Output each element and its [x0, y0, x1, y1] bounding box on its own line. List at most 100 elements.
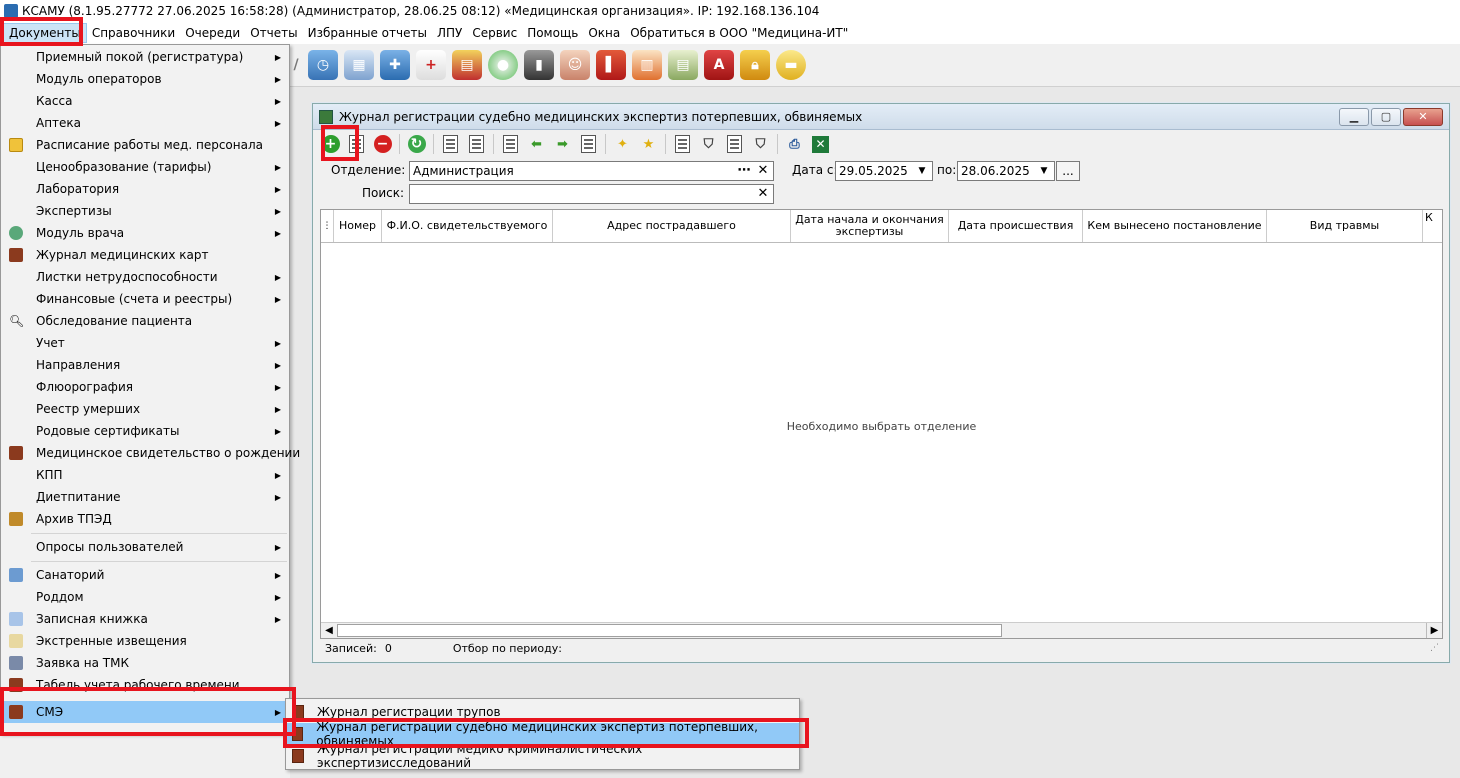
submenu-arrow-icon: ▶ — [274, 272, 281, 282]
menu-reports[interactable]: Отчеты — [245, 23, 302, 43]
menu-item-birth-certificates[interactable]: Родовые сертификаты ▶ — [2, 420, 289, 442]
menu-item-pricing[interactable]: Ценообразование (тарифы) ▶ — [2, 156, 289, 178]
menu-item-accounting[interactable]: Учет ▶ — [2, 332, 289, 354]
arrow-right-icon[interactable]: ➡ — [551, 133, 574, 155]
menu-item-referrals[interactable]: Направления ▶ — [2, 354, 289, 376]
medical-card-icon[interactable]: + — [416, 50, 446, 80]
menu-item-emergency-notices[interactable]: Экстренные извещения — [2, 630, 289, 652]
department-browse-button[interactable]: ⋯ — [735, 162, 753, 180]
star-icon[interactable]: ★ — [637, 133, 660, 155]
department-clear-button[interactable]: ✕ — [754, 162, 772, 180]
tool-pin-icon[interactable]: / — [290, 50, 302, 80]
menu-help[interactable]: Помощь — [522, 23, 583, 43]
menu-item-pharmacy[interactable]: Аптека ▶ — [2, 112, 289, 134]
menu-item-cashdesk[interactable]: Касса ▶ — [2, 90, 289, 112]
books-icon[interactable]: ▤ — [452, 50, 482, 80]
column-injury-type[interactable]: Вид травмы — [1267, 210, 1423, 242]
column-address[interactable]: Адрес пострадавшего — [553, 210, 791, 242]
close-button[interactable]: ✕ — [1403, 107, 1443, 126]
date-to-dropdown-icon[interactable]: ▼ — [1035, 162, 1053, 180]
calendar-icon[interactable]: ▦ — [344, 50, 374, 80]
column-expertise-dates[interactable]: Дата начала и окончания экспертизы — [791, 210, 949, 242]
search-clear-button[interactable]: ✕ — [754, 185, 772, 203]
delete-button[interactable]: − — [371, 133, 394, 155]
menu-references[interactable]: Справочники — [87, 23, 180, 43]
column-resolution-by[interactable]: Кем вынесено постановление — [1083, 210, 1267, 242]
pills-icon[interactable]: ✚ — [380, 50, 410, 80]
resize-grip-icon[interactable]: ⋰ — [1430, 643, 1439, 653]
menu-item-medical-cards[interactable]: Журнал медицинских карт — [2, 244, 289, 266]
menu-item-birth-medical-cert[interactable]: Медицинское свидетельство о рождении — [2, 442, 300, 464]
calendar-button[interactable] — [671, 133, 694, 155]
filter-edit-button[interactable] — [723, 133, 746, 155]
scroll-right-icon[interactable]: ▶ — [1426, 623, 1442, 638]
journal-grid[interactable]: ⋮ Номер Ф.И.О. свидетельствуемого Адрес … — [320, 209, 1443, 639]
date-from-dropdown-icon[interactable]: ▼ — [913, 162, 931, 180]
horizontal-scrollbar[interactable]: ◀ ▶ — [321, 622, 1442, 638]
date-to-field[interactable]: 28.06.2025 ▼ — [957, 161, 1055, 181]
documents-icon[interactable]: ▤ — [668, 50, 698, 80]
menu-item-expertises[interactable]: Экспертизы ▶ — [2, 200, 289, 222]
print-icon[interactable]: ⎙ — [783, 133, 806, 155]
maximize-button[interactable]: ▢ — [1371, 107, 1401, 126]
clock-icon[interactable]: ◷ — [308, 50, 338, 80]
menu-item-fluorography[interactable]: Флюорография ▶ — [2, 376, 289, 398]
menu-item-sick-leave[interactable]: Листки нетрудоспособности ▶ — [2, 266, 289, 288]
acrobat-icon[interactable]: A — [704, 50, 734, 80]
arrow-left-icon[interactable]: ⬅ — [525, 133, 548, 155]
filter-icon[interactable]: ⛉ — [697, 133, 720, 155]
menu-queues[interactable]: Очереди — [180, 23, 245, 43]
doc-cancel-button[interactable] — [465, 133, 488, 155]
menu-favorite-reports[interactable]: Избранные отчеты — [303, 23, 432, 43]
lock-icon[interactable]: 🔒︎ — [740, 50, 770, 80]
menu-item-patient-exam[interactable]: 🔍︎ Обследование пациента — [2, 310, 289, 332]
column-number[interactable]: Номер — [334, 210, 382, 242]
menu-contact[interactable]: Обратиться в ООО "Медицина-ИТ" — [625, 23, 853, 43]
refresh-button[interactable]: ↻ — [405, 133, 428, 155]
grid-column-chooser-icon[interactable]: ⋮ — [321, 210, 334, 242]
menu-item-kpp[interactable]: КПП ▶ — [2, 464, 289, 486]
star-add-icon[interactable]: ✦ — [611, 133, 634, 155]
menu-service[interactable]: Сервис — [467, 23, 522, 43]
menu-item-notebook[interactable]: Записная книжка ▶ — [2, 608, 289, 630]
search-input[interactable]: ✕ — [409, 184, 774, 204]
submenu-arrow-icon: ▶ — [274, 228, 281, 238]
doc-check-button[interactable] — [439, 133, 462, 155]
scroll-left-icon[interactable]: ◀ — [321, 623, 337, 638]
department-field[interactable]: Администрация ⋯ ✕ — [409, 161, 774, 181]
book-red-icon[interactable]: ▌ — [596, 50, 626, 80]
menu-item-death-registry[interactable]: Реестр умерших ▶ — [2, 398, 289, 420]
menu-item-diet[interactable]: Диетпитание ▶ — [2, 486, 289, 508]
menu-item-doctor-module[interactable]: Модуль врача ▶ — [2, 222, 289, 244]
menu-lpu[interactable]: ЛПУ — [432, 23, 467, 43]
medicine-icon[interactable]: ● — [488, 50, 518, 80]
menu-item-staff-schedule[interactable]: Расписание работы мед. персонала — [2, 134, 289, 156]
nurse-icon[interactable]: ☺ — [560, 50, 590, 80]
date-from-field[interactable]: 29.05.2025 ▼ — [835, 161, 933, 181]
filter-clear-icon[interactable]: ⛉ — [749, 133, 772, 155]
menu-item-financial[interactable]: Финансовые (счета и реестры) ▶ — [2, 288, 289, 310]
menu-item-operators[interactable]: Модуль операторов ▶ — [2, 68, 289, 90]
period-picker-button[interactable]: ... — [1056, 161, 1080, 181]
column-incident-date[interactable]: Дата происшествия — [949, 210, 1083, 242]
excel-button[interactable]: ✕ — [809, 133, 832, 155]
menu-item-tped-archive[interactable]: Архив ТПЭД — [2, 508, 289, 530]
scroll-thumb[interactable] — [337, 624, 1002, 637]
chat-icon[interactable]: ▬ — [776, 50, 806, 80]
export-button[interactable] — [577, 133, 600, 155]
barcode-scanner-icon[interactable]: ▮ — [524, 50, 554, 80]
submenu-item-forensic-journal[interactable]: Журнал регистрации медико криминалистиче… — [287, 742, 799, 770]
menu-item-tmk-request[interactable]: Заявка на ТМК — [2, 652, 289, 674]
minimize-button[interactable]: ▁ — [1339, 107, 1369, 126]
excel-icon: ✕ — [812, 135, 829, 153]
menu-item-maternity[interactable]: Роддом ▶ — [2, 586, 289, 608]
menu-item-laboratory[interactable]: Лаборатория ▶ — [2, 178, 289, 200]
menu-item-reception[interactable]: Приемный покой (регистратура) ▶ — [2, 46, 289, 68]
menu-windows[interactable]: Окна — [583, 23, 625, 43]
column-fio[interactable]: Ф.И.О. свидетельствуемого — [382, 210, 553, 242]
schedule-calendar-icon[interactable]: ▥ — [632, 50, 662, 80]
columns-button[interactable] — [499, 133, 522, 155]
column-extra[interactable]: К — [1423, 210, 1442, 242]
menu-item-sanatorium[interactable]: Санаторий ▶ — [2, 564, 289, 586]
menu-item-user-surveys[interactable]: Опросы пользователей ▶ — [2, 536, 289, 558]
